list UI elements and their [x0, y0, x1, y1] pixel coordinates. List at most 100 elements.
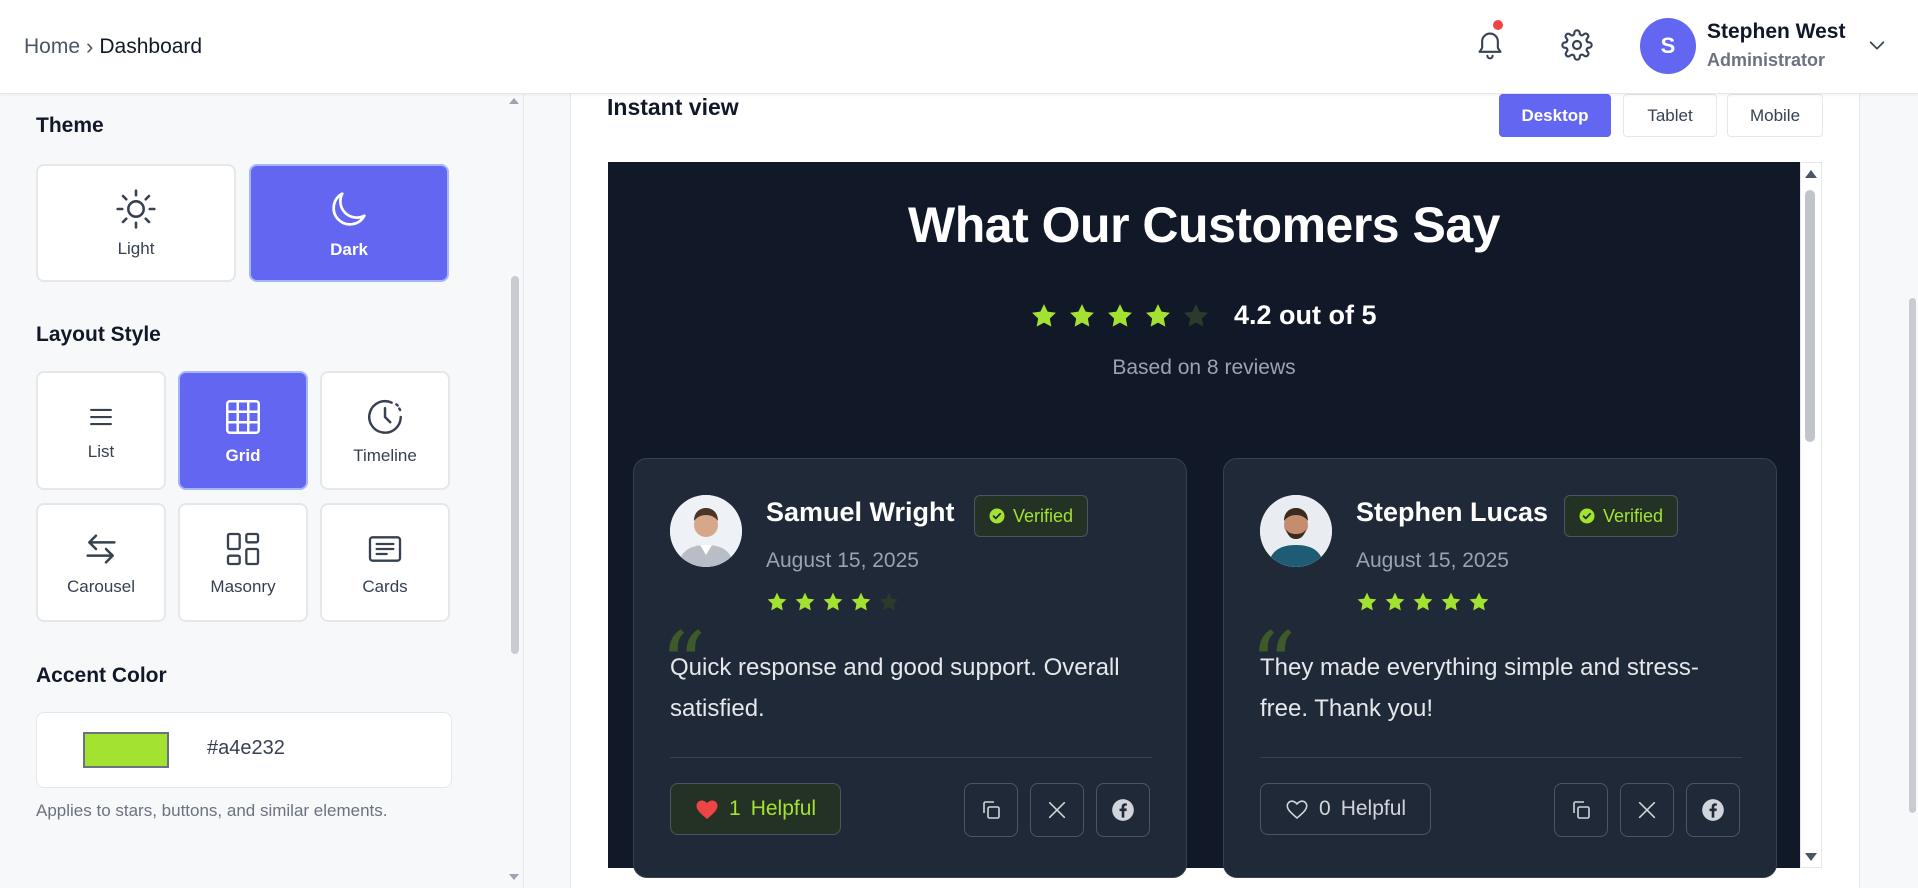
- star-filled-icon: [1441, 592, 1461, 611]
- helpful-count: 1: [729, 797, 741, 820]
- top-bar: Home › Dashboard S Stephen West Administ…: [0, 0, 1918, 94]
- preview-scroll-up-arrow[interactable]: [1805, 170, 1817, 178]
- layout-option-masonry[interactable]: Masonry: [178, 503, 308, 622]
- layout-option-carousel[interactable]: Carousel: [36, 503, 166, 622]
- verified-badge: Verified: [974, 495, 1089, 537]
- verified-badge: Verified: [1564, 495, 1679, 537]
- accent-color-picker[interactable]: #a4e232: [36, 712, 452, 788]
- star-filled-icon: [1146, 303, 1170, 327]
- layout-option-timeline[interactable]: Timeline: [320, 371, 450, 490]
- sidebar-scroll-down-arrow[interactable]: [509, 874, 519, 880]
- facebook-icon: [1702, 799, 1724, 821]
- helpful-label: Helpful: [1340, 797, 1407, 820]
- star-filled-icon: [851, 592, 871, 611]
- helpful-count: 0: [1319, 797, 1331, 820]
- settings-button[interactable]: [1558, 26, 1596, 64]
- theme-option-label: Dark: [330, 240, 368, 259]
- x-logo-icon: [1048, 801, 1066, 819]
- accent-color-swatch[interactable]: [83, 732, 169, 768]
- user-avatar[interactable]: S: [1640, 18, 1696, 74]
- notifications-button[interactable]: [1472, 20, 1508, 64]
- moon-icon: [332, 192, 366, 226]
- list-icon: [90, 408, 112, 425]
- verified-label: Verified: [1603, 505, 1664, 526]
- breadcrumb-home-link[interactable]: Home: [24, 35, 80, 59]
- review-text: They made everything simple and stress-f…: [1260, 654, 1699, 722]
- layout-option-cards[interactable]: Cards: [320, 503, 450, 622]
- gear-icon: [1561, 29, 1593, 61]
- theme-option-dark[interactable]: Dark: [249, 164, 449, 282]
- theme-section-title: Theme: [36, 114, 104, 137]
- sidebar-scrollbar-thumb[interactable]: [511, 276, 519, 654]
- layout-option-label: Cards: [362, 576, 408, 596]
- share-facebook-button[interactable]: [1096, 783, 1150, 837]
- preview-scrollbar-thumb[interactable]: [1805, 190, 1815, 442]
- share-x-button[interactable]: [1030, 783, 1084, 837]
- helpful-label: Helpful: [750, 797, 817, 820]
- star-filled-icon: [767, 592, 787, 611]
- star-filled-icon: [1032, 303, 1056, 327]
- layout-option-label: Grid: [225, 445, 261, 465]
- reviewer-name: Stephen Lucas: [1356, 497, 1549, 527]
- preview-title: Instant view: [607, 94, 739, 120]
- tab-desktop[interactable]: Desktop: [1499, 94, 1611, 137]
- copy-link-button[interactable]: [964, 783, 1018, 837]
- layout-option-label: Carousel: [66, 576, 136, 596]
- star-filled-icon: [823, 592, 843, 611]
- layout-option-grid[interactable]: Grid: [178, 371, 308, 490]
- theme-option-label: Light: [117, 239, 155, 258]
- layout-option-label: List: [87, 441, 115, 461]
- x-logo-icon: [1638, 801, 1656, 819]
- masonry-icon: [226, 532, 260, 565]
- copy-icon: [1573, 801, 1590, 819]
- accent-color-value[interactable]: #a4e232: [207, 737, 285, 760]
- review-stars: [1356, 591, 1490, 613]
- layout-option-label: Masonry: [210, 576, 276, 596]
- copy-icon: [983, 801, 1000, 819]
- helpful-button[interactable]: 1 Helpful: [670, 783, 842, 835]
- review-stars: [766, 591, 900, 613]
- bell-icon: [1478, 32, 1502, 60]
- theme-option-light[interactable]: Light: [36, 164, 236, 282]
- notification-dot: [1493, 20, 1503, 30]
- star-filled-icon: [1413, 592, 1433, 611]
- layout-option-list[interactable]: List: [36, 371, 166, 490]
- reviewer-avatar: [670, 495, 742, 567]
- star-filled-icon: [1108, 303, 1132, 327]
- star-filled-icon: [1070, 303, 1094, 327]
- copy-link-button[interactable]: [1554, 783, 1608, 837]
- divider: [1260, 757, 1742, 758]
- sun-icon: [116, 189, 156, 229]
- tab-tablet[interactable]: Tablet: [1623, 94, 1717, 137]
- chevron-down-icon[interactable]: [1866, 34, 1888, 56]
- card-icon: [368, 535, 402, 562]
- breadcrumb-current: Dashboard: [99, 35, 203, 58]
- reviewer-name: Samuel Wright: [766, 497, 955, 527]
- facebook-icon: [1112, 799, 1134, 821]
- clock-icon: [368, 399, 402, 434]
- share-x-button[interactable]: [1620, 783, 1674, 837]
- arrows-icon: [86, 533, 116, 564]
- review-card: Samuel Wright Verified August 15, 2025 “…: [633, 458, 1187, 878]
- star-filled-icon: [1385, 592, 1405, 611]
- verified-label: Verified: [1013, 505, 1074, 526]
- review-card: Stephen Lucas Verified August 15, 2025 “…: [1223, 458, 1777, 878]
- share-facebook-button[interactable]: [1686, 783, 1740, 837]
- breadcrumb: Home › Dashboard: [24, 34, 202, 60]
- sidebar-scroll-up-arrow[interactable]: [509, 98, 519, 104]
- heart-icon: [696, 800, 718, 819]
- helpful-button[interactable]: 0 Helpful: [1260, 783, 1432, 835]
- overall-rating: 4.2 out of 5: [1030, 300, 1377, 331]
- preview-scroll-down-arrow[interactable]: [1805, 853, 1817, 861]
- page-scrollbar-thumb[interactable]: [1909, 298, 1916, 813]
- reviews-count: Based on 8 reviews: [1112, 356, 1296, 379]
- tab-mobile[interactable]: Mobile: [1727, 94, 1823, 137]
- star-empty-icon: [879, 592, 899, 611]
- star-empty-icon: [1184, 303, 1208, 327]
- user-name[interactable]: Stephen West: [1707, 20, 1845, 44]
- overall-stars: [1030, 302, 1210, 330]
- star-filled-icon: [1357, 592, 1377, 611]
- check-circle-icon: [1579, 508, 1595, 524]
- reviewer-avatar: [1260, 495, 1332, 567]
- accent-helper-text: Applies to stars, buttons, and similar e…: [36, 801, 388, 820]
